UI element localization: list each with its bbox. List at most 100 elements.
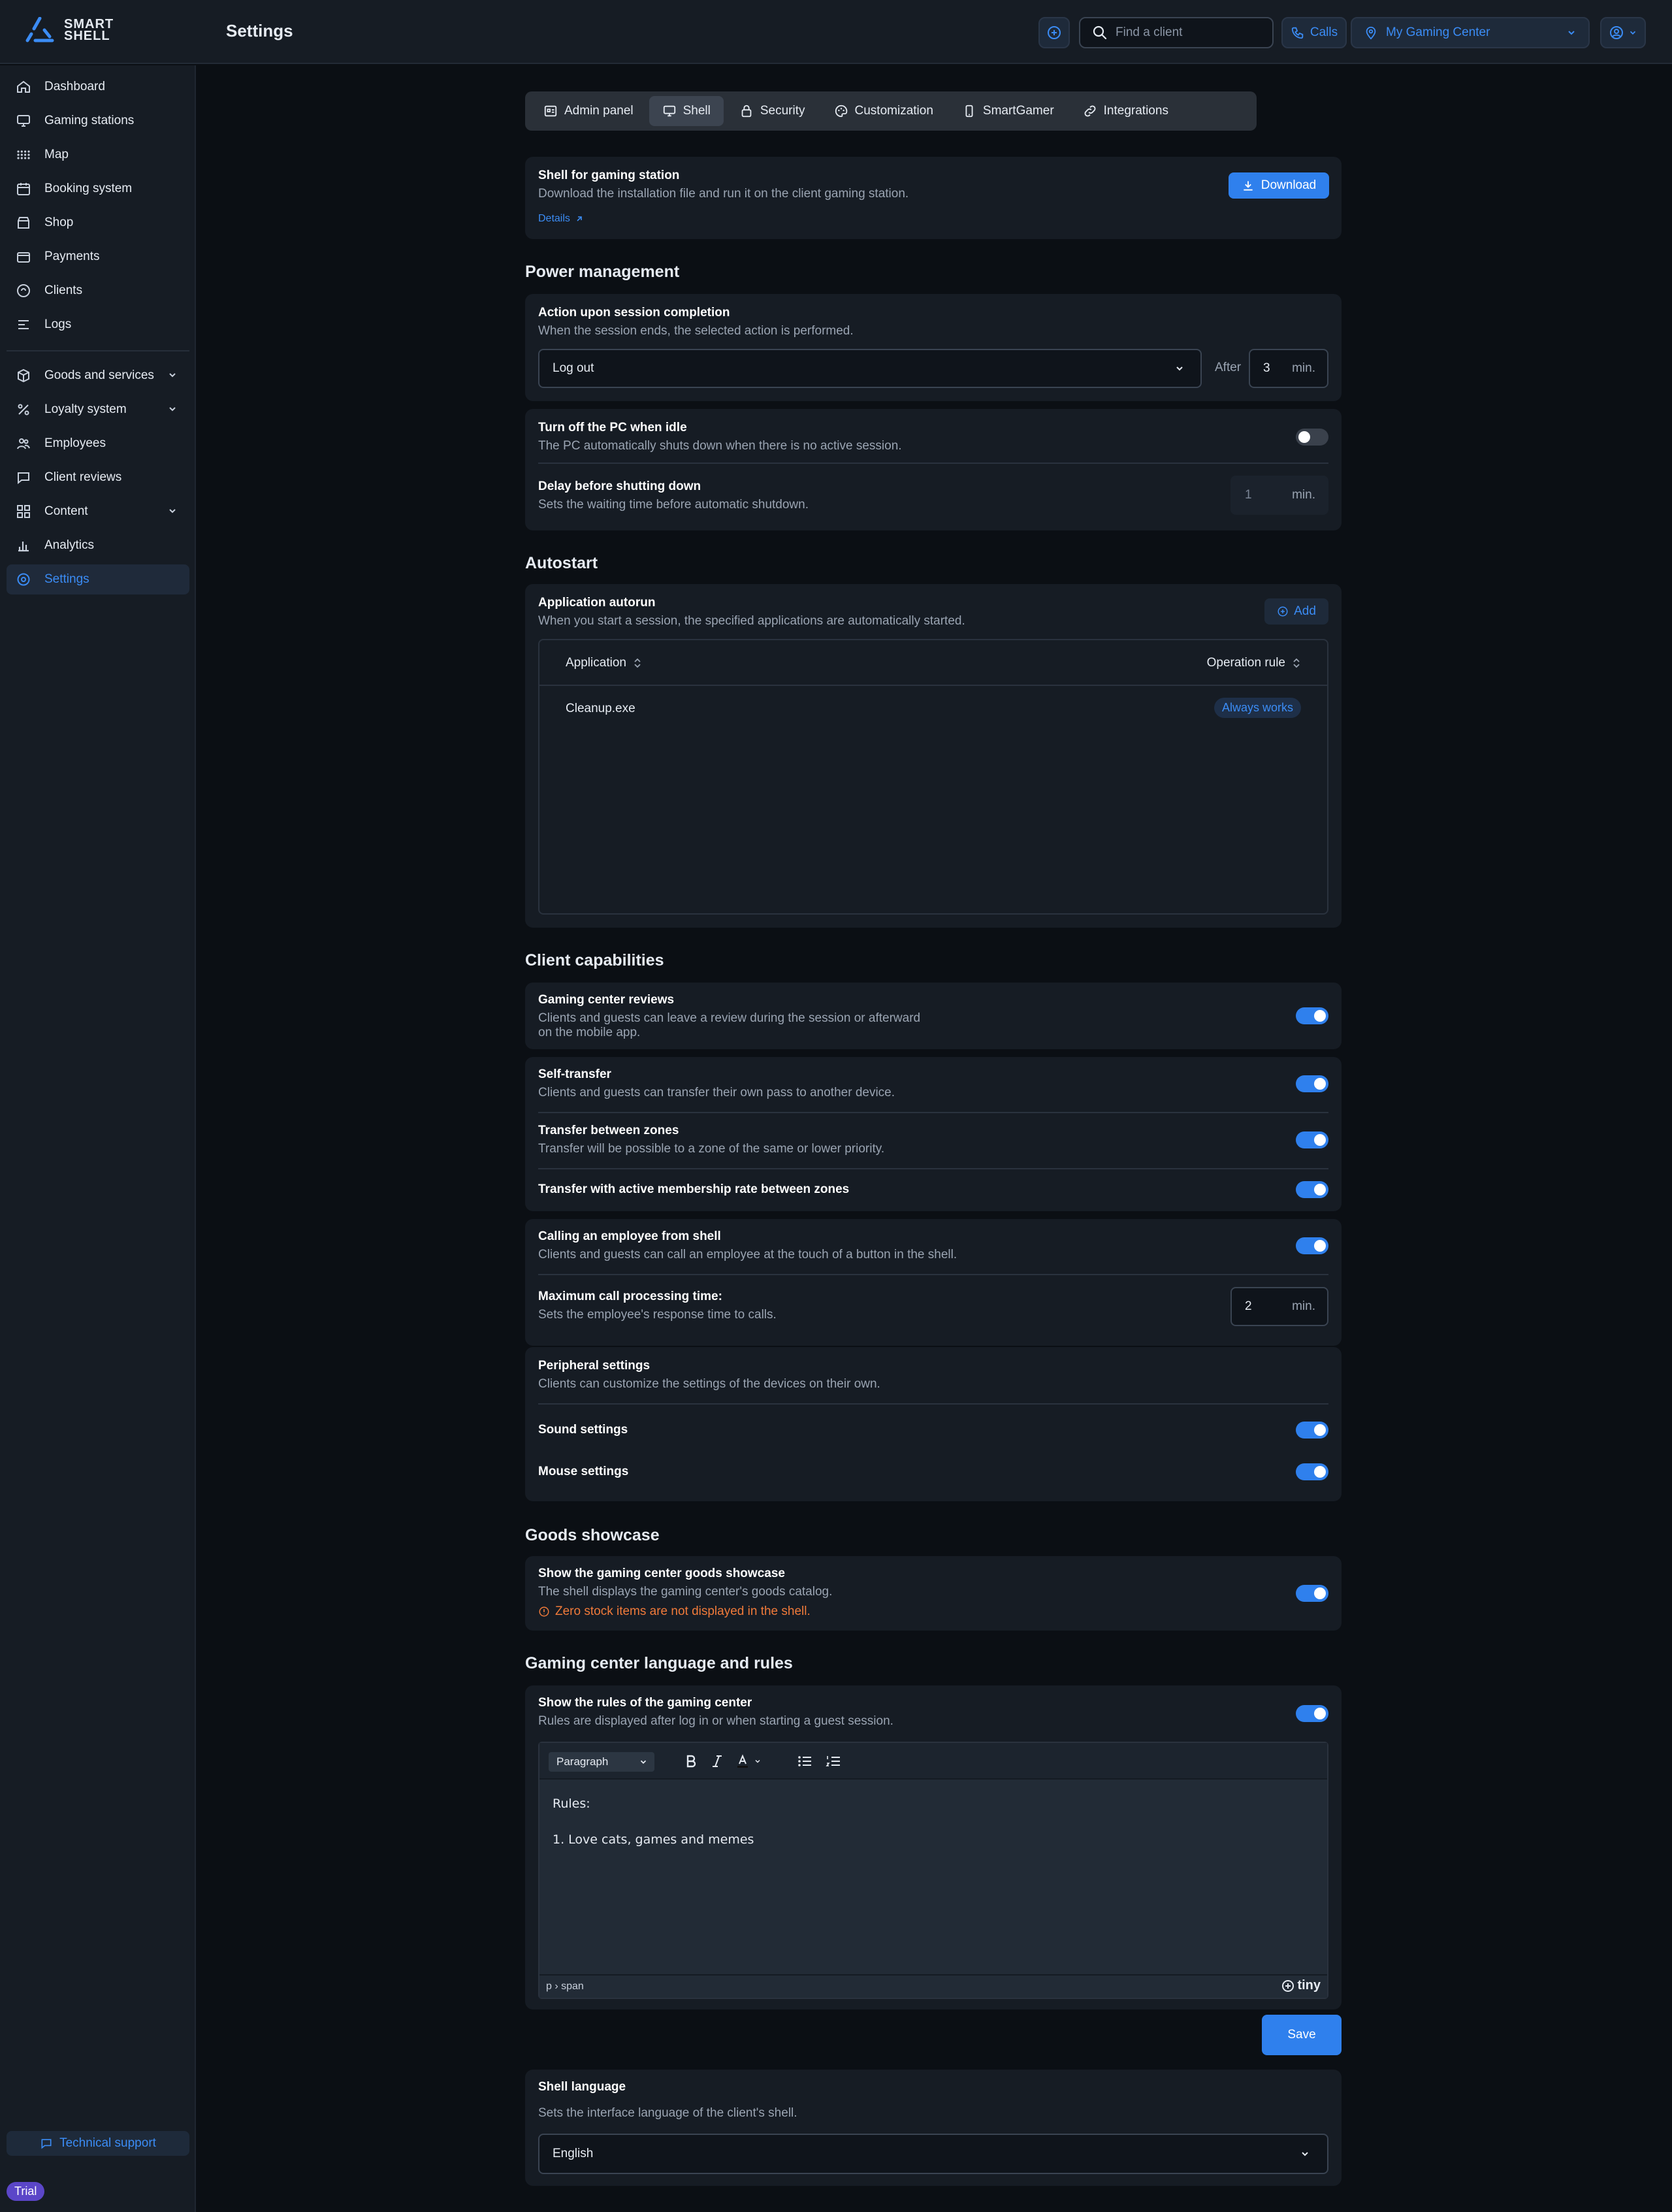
- sound-toggle[interactable]: [1296, 1422, 1328, 1439]
- column-header-application[interactable]: Application: [566, 656, 642, 670]
- autorun-desc: When you start a session, the specified …: [538, 614, 965, 628]
- sidebar-item-client-reviews[interactable]: Client reviews: [7, 463, 189, 493]
- sidebar-item-label: Clients: [44, 284, 83, 297]
- membership-transfer-toggle[interactable]: [1296, 1181, 1328, 1198]
- sidebar-divider: [7, 350, 189, 351]
- chevron-down-icon: [169, 509, 176, 513]
- sidebar-item-gaming-stations[interactable]: Gaming stations: [7, 106, 189, 136]
- sidebar-item-logs[interactable]: Logs: [7, 310, 189, 340]
- sidebar-item-clients[interactable]: Clients: [7, 276, 189, 306]
- technical-support-button[interactable]: Technical support: [7, 2131, 189, 2156]
- client-search[interactable]: [1079, 17, 1274, 48]
- min-unit: min.: [1292, 1299, 1315, 1313]
- profile-menu[interactable]: [1600, 17, 1646, 48]
- tab-shell[interactable]: Shell: [649, 96, 724, 126]
- session-completion-card: Action upon session completion When the …: [525, 294, 1342, 401]
- sidebar-item-analytics[interactable]: Analytics: [7, 530, 189, 561]
- user-circle-icon: [1610, 26, 1623, 39]
- max-call-input[interactable]: 2 min.: [1230, 1287, 1328, 1326]
- delay-minutes-value: 1: [1245, 488, 1252, 502]
- layout-icon: [17, 505, 30, 518]
- zones-transfer-desc: Transfer will be possible to a zone of t…: [538, 1142, 885, 1156]
- min-unit: min.: [1292, 488, 1315, 502]
- action-select-value: Log out: [553, 361, 594, 375]
- self-transfer-toggle[interactable]: [1296, 1075, 1328, 1092]
- details-link[interactable]: Details: [538, 213, 908, 225]
- search-icon: [1093, 25, 1107, 40]
- idle-shutdown-card: Turn off the PC when idle The PC automat…: [525, 409, 1342, 530]
- logo[interactable]: SMART SHELL: [25, 17, 114, 43]
- mouse-toggle[interactable]: [1296, 1463, 1328, 1480]
- warning-circle-icon: [539, 1606, 549, 1617]
- membership-transfer-title: Transfer with active membership rate bet…: [538, 1182, 850, 1196]
- lock-icon: [741, 105, 752, 118]
- save-label: Save: [1287, 2028, 1316, 2041]
- sidebar-item-label: Content: [44, 504, 88, 518]
- sidebar-item-payments[interactable]: Payments: [7, 242, 189, 272]
- block-format-select[interactable]: Paragraph: [549, 1752, 654, 1772]
- rules-card: Show the rules of the gaming center Rule…: [525, 1685, 1342, 2009]
- tiny-logo[interactable]: tiny: [1281, 1978, 1321, 1993]
- table-row[interactable]: Cleanup.exe Always works: [539, 686, 1327, 732]
- bold-icon: [686, 1755, 696, 1768]
- call-title: Calling an employee from shell: [538, 1229, 721, 1243]
- rules-toggle[interactable]: [1296, 1705, 1328, 1722]
- sort-icon: [634, 658, 641, 668]
- divider: [538, 1112, 1328, 1113]
- tab-label: SmartGamer: [982, 104, 1054, 118]
- tiny-logo-icon: [1282, 1979, 1294, 1992]
- sidebar-item-settings[interactable]: Settings: [7, 564, 189, 594]
- calls-button[interactable]: Calls: [1281, 17, 1347, 48]
- tab-security[interactable]: Security: [726, 96, 818, 126]
- user-icon: [17, 284, 30, 297]
- section-title-capabilities: Client capabilities: [525, 951, 664, 969]
- italic-button[interactable]: [708, 1752, 726, 1770]
- idle-title: Turn off the PC when idle: [538, 421, 687, 434]
- logo-icon: [25, 17, 54, 42]
- download-button[interactable]: Download: [1229, 172, 1329, 199]
- sidebar-item-content[interactable]: Content: [7, 496, 189, 527]
- bold-button[interactable]: [682, 1752, 700, 1770]
- numbered-list-button[interactable]: [824, 1752, 843, 1770]
- numbered-list-icon: [826, 1756, 840, 1766]
- call-icon: [1291, 27, 1304, 39]
- gaming-center-select[interactable]: My Gaming Center: [1351, 17, 1590, 48]
- gaming-center-label: My Gaming Center: [1386, 25, 1490, 39]
- goods-toggle[interactable]: [1296, 1585, 1328, 1602]
- autorun-table: Application Operation rule Cleanup.exe A…: [538, 639, 1328, 915]
- top-header: SMART SHELL Settings Calls My Gaming Cen…: [0, 0, 1672, 64]
- idle-toggle[interactable]: [1296, 429, 1328, 446]
- chevron-down-icon: [1302, 2152, 1308, 2156]
- sidebar-item-booking[interactable]: Booking system: [7, 174, 189, 204]
- language-select[interactable]: English: [538, 2134, 1328, 2174]
- sidebar-item-map[interactable]: Map: [7, 140, 189, 170]
- add-app-button[interactable]: Add: [1264, 598, 1328, 625]
- delay-minutes-input[interactable]: 1 min.: [1230, 476, 1328, 515]
- italic-icon: [713, 1755, 722, 1767]
- after-minutes-input[interactable]: 3 min.: [1249, 349, 1328, 388]
- search-input[interactable]: [1116, 25, 1259, 40]
- admin-panel-icon: [544, 105, 557, 117]
- tab-customization[interactable]: Customization: [821, 96, 946, 126]
- reviews-title: Gaming center reviews: [538, 993, 675, 1007]
- sidebar-item-employees[interactable]: Employees: [7, 429, 189, 459]
- call-toggle[interactable]: [1296, 1237, 1328, 1254]
- text-color-button[interactable]: [735, 1752, 771, 1770]
- zones-transfer-toggle[interactable]: [1296, 1131, 1328, 1148]
- sidebar-item-shop[interactable]: Shop: [7, 208, 189, 238]
- editor-content[interactable]: Rules: 1. Love cats, games and memes: [553, 1797, 754, 1847]
- tab-integrations[interactable]: Integrations: [1070, 96, 1182, 126]
- reviews-toggle[interactable]: [1296, 1007, 1328, 1024]
- tab-admin-panel[interactable]: Admin panel: [530, 96, 647, 126]
- delay-desc: Sets the waiting time before automatic s…: [538, 498, 809, 512]
- bullet-list-button[interactable]: [796, 1752, 814, 1770]
- sidebar-item-loyalty[interactable]: Loyalty system: [7, 395, 189, 425]
- action-select[interactable]: Log out: [538, 349, 1202, 388]
- sidebar-item-goods-services[interactable]: Goods and services: [7, 361, 189, 391]
- column-header-operation-rule[interactable]: Operation rule: [1207, 656, 1301, 670]
- save-button[interactable]: Save: [1262, 2015, 1342, 2055]
- add-button[interactable]: [1038, 17, 1070, 48]
- tab-smartgamer[interactable]: SmartGamer: [949, 96, 1067, 126]
- max-call-title: Maximum call processing time:: [538, 1290, 722, 1303]
- sidebar-item-dashboard[interactable]: Dashboard: [7, 72, 189, 102]
